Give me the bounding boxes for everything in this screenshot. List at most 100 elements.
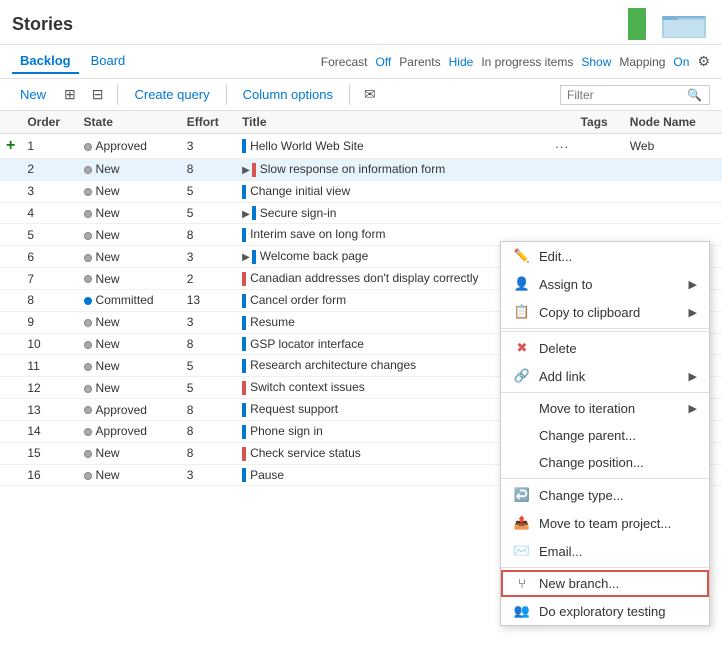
row-order: 10 [21, 333, 77, 355]
expand-icon[interactable]: ▶ [242, 209, 250, 220]
create-query-button[interactable]: Create query [126, 84, 217, 105]
row-context-menu-trigger[interactable] [549, 159, 575, 181]
row-title[interactable]: ▶ Secure sign-in [236, 202, 549, 224]
create-query-label: Create query [134, 87, 209, 102]
menu-separator [501, 331, 709, 332]
new-label: New [20, 87, 46, 102]
ellipsis-icon[interactable]: ··· [555, 138, 569, 154]
menu-item-add-link[interactable]: 🔗Add link▶ [501, 362, 709, 390]
title-text: Interim save on long form [250, 227, 385, 241]
menu-separator [501, 478, 709, 479]
tab-backlog[interactable]: Backlog [12, 49, 79, 74]
email-button[interactable]: ✉ [358, 83, 382, 106]
parents-value[interactable]: Hide [449, 55, 474, 69]
state-dot [84, 319, 92, 327]
row-state: New [78, 159, 181, 181]
row-effort: 8 [181, 159, 236, 181]
row-context-menu-trigger[interactable]: ··· [549, 134, 575, 159]
title-text: Pause [250, 468, 284, 482]
menu-item-delete[interactable]: ✖Delete [501, 334, 709, 362]
state-label: Approved [96, 403, 147, 417]
column-options-button[interactable]: Column options [235, 84, 341, 105]
filter-input[interactable] [567, 88, 687, 102]
add-child-button[interactable]: ⊞ [58, 83, 82, 106]
effort-bar [242, 272, 246, 286]
menu-item-label: Move to iteration [539, 401, 635, 416]
col-tags[interactable]: Tags [575, 111, 624, 134]
state-label: Committed [96, 293, 154, 307]
menu-item-label: Email... [539, 544, 582, 559]
menu-separator [501, 567, 709, 568]
mapping-value[interactable]: On [673, 55, 689, 69]
menu-item-move-team[interactable]: 📤Move to team project... [501, 509, 709, 537]
separator-2 [226, 85, 227, 105]
state-dot [84, 472, 92, 480]
menu-item-change-type[interactable]: ↩️Change type... [501, 481, 709, 509]
state-dot [84, 341, 92, 349]
row-context-menu-trigger[interactable] [549, 202, 575, 224]
row-context-menu-trigger[interactable] [549, 180, 575, 202]
table-row: 3New5Change initial view [0, 180, 722, 202]
forecast-value[interactable]: Off [375, 55, 391, 69]
state-label: New [96, 184, 120, 198]
menu-item-assign-to[interactable]: 👤Assign to▶ [501, 270, 709, 298]
col-order[interactable]: Order [21, 111, 77, 134]
menu-item-change-parent[interactable]: Change parent... [501, 422, 709, 449]
effort-bar [242, 337, 246, 351]
menu-separator [501, 392, 709, 393]
menu-item-new-branch[interactable]: ⑂New branch... [501, 570, 709, 597]
row-order: 11 [21, 355, 77, 377]
menu-item-icon: 📤 [513, 515, 531, 531]
nav-bar: Backlog Board Forecast Off Parents Hide … [0, 45, 722, 79]
state-label: New [96, 359, 120, 373]
menu-item-move-iteration[interactable]: Move to iteration▶ [501, 395, 709, 422]
green-bar-indicator [628, 8, 646, 40]
effort-bar [242, 185, 246, 199]
row-add-cell [0, 202, 21, 224]
menu-item-change-position[interactable]: Change position... [501, 449, 709, 476]
title-text: Hello World Web Site [250, 139, 364, 153]
row-state: New [78, 268, 181, 290]
menu-item-exploratory[interactable]: 👥Do exploratory testing [501, 597, 709, 625]
expand-icon[interactable]: ▶ [242, 252, 250, 263]
row-effort: 5 [181, 355, 236, 377]
menu-item-icon: ⑂ [513, 576, 531, 591]
row-add-cell: + [0, 134, 21, 159]
separator-1 [117, 85, 118, 105]
col-effort[interactable]: Effort [181, 111, 236, 134]
settings-icon[interactable]: ⚙ [697, 53, 710, 70]
effort-bar [252, 163, 256, 177]
in-progress-value[interactable]: Show [581, 55, 611, 69]
menu-item-email[interactable]: ✉️Email... [501, 537, 709, 565]
menu-item-copy-clipboard[interactable]: 📋Copy to clipboard▶ [501, 298, 709, 326]
row-add-cell [0, 464, 21, 486]
tab-board[interactable]: Board [83, 49, 134, 74]
state-label: New [96, 446, 120, 460]
state-label: New [96, 468, 120, 482]
new-button[interactable]: New [12, 84, 54, 105]
menu-item-edit[interactable]: ✏️Edit... [501, 242, 709, 270]
row-title[interactable]: Change initial view [236, 180, 549, 202]
collapse-button[interactable]: ⊟ [86, 83, 110, 106]
effort-bar [242, 316, 246, 330]
expand-icon[interactable]: ▶ [242, 165, 250, 176]
mapping-label: Mapping [619, 55, 665, 69]
row-title[interactable]: ▶Slow response on information form [236, 159, 549, 181]
add-icon[interactable]: + [6, 137, 15, 154]
menu-item-label: Do exploratory testing [539, 604, 665, 619]
context-menu: ✏️Edit...👤Assign to▶📋Copy to clipboard▶ ✖… [500, 241, 710, 626]
col-state[interactable]: State [78, 111, 181, 134]
state-label: New [96, 228, 120, 242]
menu-item-icon: ✏️ [513, 248, 531, 264]
col-node[interactable]: Node Name [624, 111, 722, 134]
state-dot [84, 254, 92, 262]
row-title[interactable]: Hello World Web Site [236, 134, 549, 159]
col-title[interactable]: Title [236, 111, 549, 134]
folder-icon [662, 8, 710, 40]
title-text: Secure sign-in [260, 206, 337, 220]
in-progress-label: In progress items [481, 55, 573, 69]
page-header: Stories [0, 0, 722, 45]
row-state: New [78, 180, 181, 202]
effort-bar [242, 403, 246, 417]
effort-bar [242, 468, 246, 482]
